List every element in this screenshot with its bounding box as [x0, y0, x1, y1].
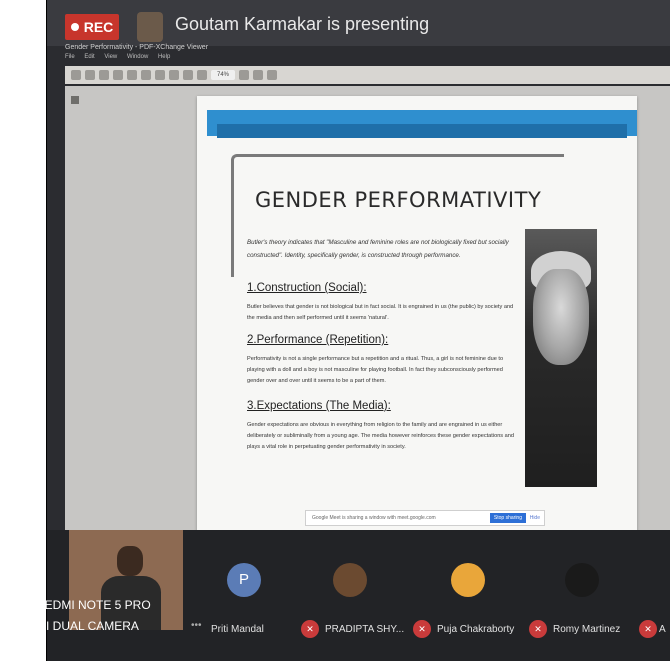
rotate-icon[interactable]: [267, 70, 277, 80]
presenting-text: Goutam Karmakar is presenting: [175, 14, 430, 34]
share-text: Google Meet is sharing a window with mee…: [312, 515, 436, 521]
presenter-avatar: [137, 12, 163, 42]
zoom-field[interactable]: 74%: [211, 70, 235, 80]
slide-intro: Butler's theory indicates that "Masculin…: [247, 239, 509, 259]
slide-title: GENDER PERFORMATIVITY: [255, 188, 542, 212]
bookmark-icon[interactable]: [71, 96, 79, 104]
menu-edit[interactable]: Edit: [84, 54, 94, 60]
avatar: [451, 563, 485, 597]
section-body: Butler believes that gender is not biolo…: [247, 304, 514, 321]
participant-name: Priti Mandal: [211, 624, 264, 635]
section-heading: 2.Performance (Repetition):: [247, 334, 389, 346]
watermark-line2: MI DUAL CAMERA: [36, 619, 139, 633]
hide-button[interactable]: Hide: [530, 515, 540, 521]
avatar: [333, 563, 367, 597]
portrait-face: [533, 269, 589, 365]
slide-page: GENDER PERFORMATIVITY Butler's theory in…: [197, 96, 637, 532]
next-page-icon[interactable]: [169, 70, 179, 80]
prev-page-icon[interactable]: [155, 70, 165, 80]
mic-off-icon: ✕: [529, 620, 547, 638]
camera-ring-icon: [0, 600, 18, 618]
mic-off-icon: ✕: [413, 620, 431, 638]
section-heading: 1.Construction (Social):: [247, 282, 367, 294]
menu-help[interactable]: Help: [158, 54, 170, 60]
portrait-photo: [525, 229, 597, 487]
avatar: P: [227, 563, 261, 597]
fit-page-icon[interactable]: [239, 70, 249, 80]
recording-badge: REC: [65, 14, 119, 40]
menu-window[interactable]: Window: [127, 54, 148, 60]
mic-off-icon: ✕: [639, 620, 657, 638]
recording-label: REC: [83, 19, 114, 35]
print-icon[interactable]: [99, 70, 109, 80]
section-body: Gender expectations are obvious in every…: [247, 422, 514, 450]
mic-off-icon: ✕: [301, 620, 319, 638]
record-dot-icon: [70, 23, 79, 31]
select-icon[interactable]: [141, 70, 151, 80]
more-options-icon[interactable]: •••: [191, 620, 202, 631]
slide-banner-shadow: [217, 124, 627, 138]
menu-file[interactable]: File: [65, 54, 75, 60]
section-heading: 3.Expectations (The Media):: [247, 400, 391, 412]
fit-width-icon[interactable]: [253, 70, 263, 80]
viewer-toolbar: 74%: [65, 66, 670, 84]
self-view-tile[interactable]: [69, 530, 183, 630]
section-body: Performativity is not a single performan…: [247, 356, 504, 384]
menu-bar: File Edit View Window Help: [65, 54, 670, 64]
email-icon[interactable]: [113, 70, 123, 80]
participant-name: Puja Chakraborty: [437, 624, 515, 635]
save-icon[interactable]: [85, 70, 95, 80]
hand-icon[interactable]: [127, 70, 137, 80]
zoom-in-icon[interactable]: [197, 70, 207, 80]
participant-name: PRADIPTA SHY...: [325, 624, 405, 635]
meeting-window: REC Goutam Karmakar is presenting Gender…: [46, 0, 670, 661]
stop-sharing-button[interactable]: Stop sharing: [489, 513, 526, 523]
app-title: Gender Performativity - PDF-XChange View…: [65, 44, 209, 51]
zoom-out-icon[interactable]: [183, 70, 193, 80]
participant-name: A: [659, 624, 666, 635]
avatar: [565, 563, 599, 597]
participant-name: Romy Martinez: [553, 624, 621, 635]
watermark-line1: REDMI NOTE 5 PRO: [36, 598, 151, 612]
menu-view[interactable]: View: [104, 54, 117, 60]
share-notification: Google Meet is sharing a window with mee…: [305, 510, 545, 526]
open-icon[interactable]: [71, 70, 81, 80]
self-head: [117, 546, 143, 576]
